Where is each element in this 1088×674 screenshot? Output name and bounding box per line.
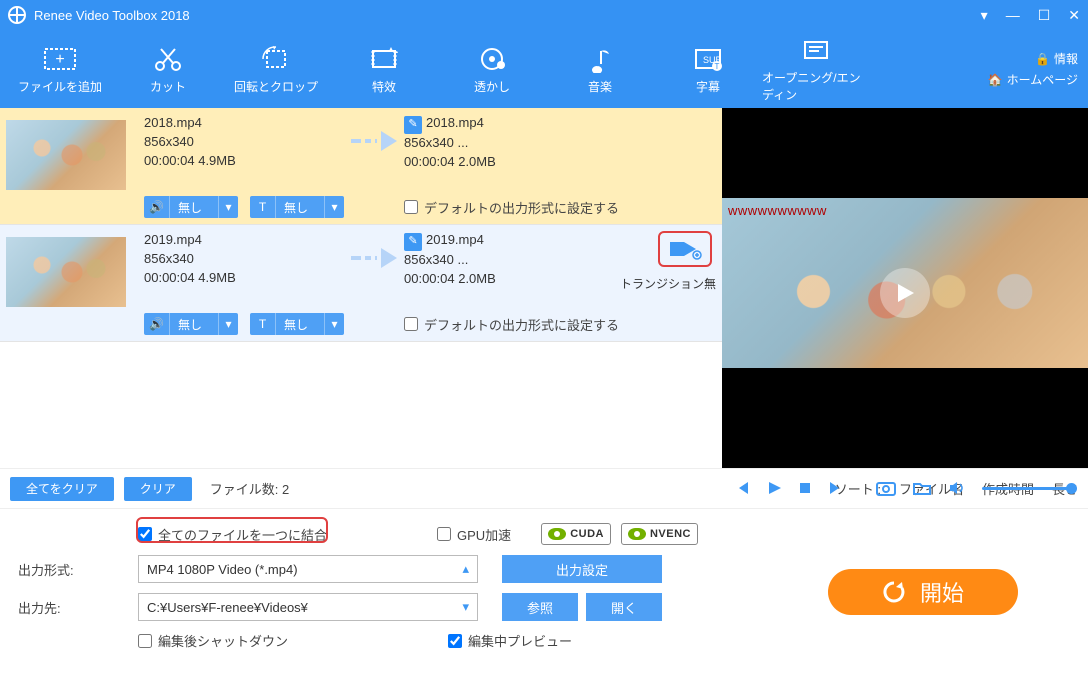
watermark-icon bbox=[475, 44, 509, 74]
svg-text:T: T bbox=[715, 62, 720, 71]
home-icon: 🏠 bbox=[988, 73, 1003, 87]
file-row[interactable]: 2019.mp4 856x340 00:00:04 4.9MB ✎2019.mp… bbox=[0, 225, 722, 342]
refresh-icon bbox=[882, 580, 906, 604]
transition-label: トランジション無 bbox=[620, 275, 716, 292]
list-icon bbox=[799, 35, 833, 65]
transition-button[interactable] bbox=[658, 231, 712, 267]
info-link[interactable]: 🔒情報 bbox=[1035, 50, 1078, 67]
nvenc-badge: NVENC bbox=[621, 523, 698, 545]
play-overlay-button[interactable] bbox=[880, 268, 930, 318]
default-format-checkbox[interactable]: デフォルトの出力形式に設定する bbox=[404, 198, 619, 217]
stop-button[interactable] bbox=[798, 481, 812, 495]
gpu-accel-checkbox[interactable]: GPU加速 bbox=[437, 525, 511, 544]
clear-button[interactable]: クリア bbox=[124, 477, 192, 501]
close-button[interactable]: ✕ bbox=[1068, 7, 1080, 24]
output-info: ✎2018.mp4 856x340 ... 00:00:04 2.0MB bbox=[404, 114, 564, 172]
cuda-badge: CUDA bbox=[541, 523, 611, 545]
shutdown-checkbox[interactable]: 編集後シャットダウン bbox=[138, 631, 288, 650]
app-logo-icon bbox=[8, 6, 26, 24]
audio-track-dropdown[interactable]: 🔊 無し ▾ bbox=[144, 313, 238, 335]
snapshot-button[interactable] bbox=[876, 480, 896, 496]
toolbar: + ファイルを追加 カット 回転とクロップ 特效 透かし 音楽 SUBT 字幕 … bbox=[0, 30, 1088, 108]
music-icon bbox=[583, 44, 617, 74]
volume-icon: 🔊 bbox=[144, 313, 170, 335]
file-count-label: ファイル数: 2 bbox=[210, 479, 289, 498]
out-format-combo[interactable]: MP4 1080P Video (*.mp4) ▴ bbox=[138, 555, 478, 583]
default-format-checkbox[interactable]: デフォルトの出力形式に設定する bbox=[404, 315, 619, 334]
titlebar: Renee Video Toolbox 2018 ▾ — ☐ ✕ bbox=[0, 0, 1088, 30]
clear-all-button[interactable]: 全てをクリア bbox=[10, 477, 114, 501]
input-info: 2018.mp4 856x340 00:00:04 4.9MB bbox=[144, 114, 344, 171]
scissors-icon bbox=[151, 44, 185, 74]
arrow-icon bbox=[344, 128, 404, 154]
edit-icon[interactable]: ✎ bbox=[404, 233, 422, 251]
caret-down-icon: ▾ bbox=[218, 196, 238, 218]
out-format-label: 出力形式: bbox=[18, 560, 138, 579]
play-button[interactable] bbox=[766, 480, 782, 496]
maximize-button[interactable]: ☐ bbox=[1038, 7, 1051, 24]
volume-icon: 🔊 bbox=[144, 196, 170, 218]
caret-down-icon: ▾ bbox=[324, 313, 344, 335]
effect-button[interactable]: 特效 bbox=[330, 44, 438, 95]
crop-icon bbox=[259, 44, 293, 74]
preview-controls bbox=[722, 468, 1088, 508]
arrow-icon bbox=[344, 245, 404, 271]
prev-button[interactable] bbox=[734, 480, 750, 496]
watermark-button[interactable]: 透かし bbox=[438, 44, 546, 95]
next-button[interactable] bbox=[828, 480, 844, 496]
audio-track-dropdown[interactable]: 🔊 無し ▾ bbox=[144, 196, 238, 218]
bottom-panel: 全てのファイルを一つに結合 GPU加速 CUDA NVENC 出力形式: MP4… bbox=[0, 508, 1088, 668]
subtitle-track-dropdown[interactable]: T 無し ▾ bbox=[250, 196, 344, 218]
watermark-text: wwwwwwwwww bbox=[728, 203, 827, 218]
video-thumbnail bbox=[6, 120, 126, 190]
file-row[interactable]: 2018.mp4 856x340 00:00:04 4.9MB ✎2018.mp… bbox=[0, 108, 722, 225]
rotate-crop-button[interactable]: 回転とクロップ bbox=[222, 44, 330, 95]
subtitle-button[interactable]: SUBT 字幕 bbox=[654, 44, 762, 95]
file-list: 2018.mp4 856x340 00:00:04 4.9MB ✎2018.mp… bbox=[0, 108, 722, 468]
lock-icon: 🔒 bbox=[1035, 52, 1050, 66]
folder-button[interactable] bbox=[912, 480, 932, 496]
edit-icon[interactable]: ✎ bbox=[404, 116, 422, 134]
out-dir-combo[interactable]: C:¥Users¥F-renee¥Videos¥ ▾ bbox=[138, 593, 478, 621]
music-button[interactable]: 音楽 bbox=[546, 44, 654, 95]
nvidia-eye-icon bbox=[628, 528, 646, 540]
out-settings-button[interactable]: 出力設定 bbox=[502, 555, 662, 583]
homepage-link[interactable]: 🏠ホームページ bbox=[988, 71, 1078, 88]
output-info: ✎2019.mp4 856x340 ... 00:00:04 2.0MB bbox=[404, 231, 564, 289]
caret-down-icon: ▾ bbox=[324, 196, 344, 218]
cut-button[interactable]: カット bbox=[114, 44, 222, 95]
volume-button[interactable] bbox=[948, 480, 966, 496]
out-dir-label: 出力先: bbox=[18, 598, 138, 617]
input-info: 2019.mp4 856x340 00:00:04 4.9MB bbox=[144, 231, 344, 288]
open-folder-button[interactable]: 開く bbox=[586, 593, 662, 621]
preview-checkbox[interactable]: 編集中プレビュー bbox=[448, 631, 572, 650]
app-title: Renee Video Toolbox 2018 bbox=[34, 8, 981, 23]
subtitle-icon: SUBT bbox=[691, 44, 725, 74]
preview-pane: wwwwwwwwww bbox=[722, 108, 1088, 468]
subtitle-track-dropdown[interactable]: T 無し ▾ bbox=[250, 313, 344, 335]
merge-files-checkbox[interactable]: 全てのファイルを一つに結合 bbox=[138, 525, 327, 544]
svg-text:+: + bbox=[55, 51, 64, 68]
minimize-button[interactable]: — bbox=[1006, 7, 1020, 24]
caret-up-icon: ▴ bbox=[462, 561, 469, 577]
start-button[interactable]: 開始 bbox=[828, 569, 1018, 615]
nvidia-eye-icon bbox=[548, 528, 566, 540]
add-film-icon: + bbox=[43, 44, 77, 74]
effect-icon bbox=[367, 44, 401, 74]
text-icon: T bbox=[250, 196, 276, 218]
caret-down-icon: ▾ bbox=[218, 313, 238, 335]
opening-ending-button[interactable]: オープニング/エンディン bbox=[762, 35, 870, 103]
text-icon: T bbox=[250, 313, 276, 335]
add-file-button[interactable]: + ファイルを追加 bbox=[6, 44, 114, 95]
video-thumbnail bbox=[6, 237, 126, 307]
caret-down-icon: ▾ bbox=[462, 599, 469, 615]
volume-slider[interactable] bbox=[982, 487, 1072, 490]
browse-button[interactable]: 参照 bbox=[502, 593, 578, 621]
dropdown-icon[interactable]: ▾ bbox=[981, 7, 988, 24]
